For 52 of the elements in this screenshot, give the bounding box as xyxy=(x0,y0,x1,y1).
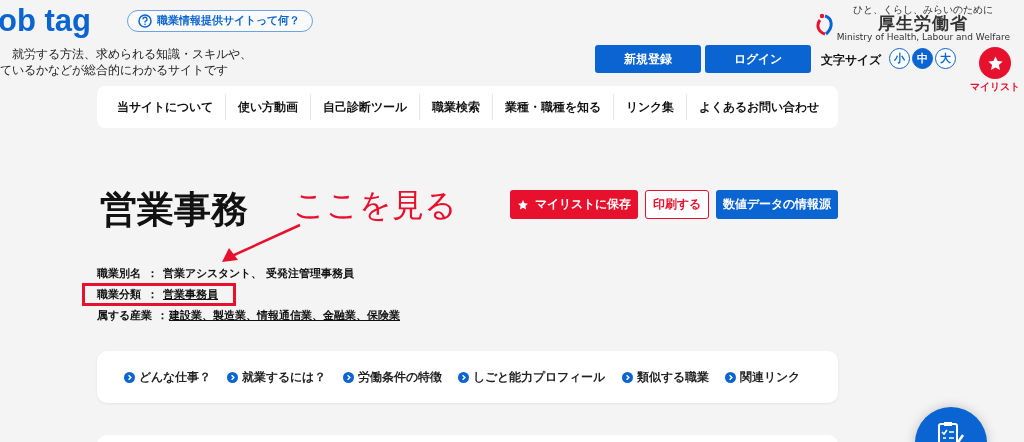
nav-link[interactable]: リンク集 xyxy=(612,94,686,120)
star-icon xyxy=(986,54,1004,72)
detail-label: 属する産業 xyxy=(97,308,153,323)
mylist-link[interactable]: マイリスト xyxy=(970,47,1020,94)
detail-link[interactable]: 営業事務員 xyxy=(163,287,218,302)
site-logo[interactable]: ob tag xyxy=(0,4,91,38)
nav-link[interactable]: 自己診断ツール xyxy=(309,94,419,120)
detail-separator: ： xyxy=(147,287,159,302)
chevron-icon xyxy=(621,371,633,383)
about-site-link[interactable]: 職業情報提供サイトって何？ xyxy=(127,10,313,32)
section-link[interactable]: 就業するには？ xyxy=(227,369,327,385)
clipboard-checklist-icon xyxy=(937,421,965,442)
chevron-icon xyxy=(342,371,354,383)
site-tagline: ているかなどが総合的にわかるサイトです xyxy=(0,62,229,78)
detail-label: 職業別名 xyxy=(97,266,142,281)
ministry-slogan: ひと、くらし、みらいのために xyxy=(853,4,994,15)
section-link[interactable]: 労働条件の特徴 xyxy=(342,369,442,385)
annotation-text: ここを見る xyxy=(293,185,457,226)
detail-separator: ： xyxy=(147,266,159,281)
help-icon xyxy=(138,14,152,28)
ministry-logo-icon xyxy=(815,11,834,36)
job-title: 営業事務 xyxy=(100,188,248,232)
print-button[interactable]: 印刷する xyxy=(645,190,709,219)
font-size-option[interactable]: 大 xyxy=(935,48,956,69)
nav-link[interactable]: よくあるお問い合わせ xyxy=(685,94,831,120)
font-size-option[interactable]: 中 xyxy=(912,48,933,69)
font-size-label: 文字サイズ xyxy=(821,52,881,69)
nav-link[interactable]: 当サイトについて xyxy=(104,94,225,120)
section-link[interactable]: 関連リンク xyxy=(724,369,800,385)
star-icon xyxy=(517,198,529,211)
section-link[interactable]: しごと能力プロフィール xyxy=(458,369,606,385)
detail-value: 営業アシスタント、 受発注管理事務員 xyxy=(163,266,354,281)
ministry-name: 厚生労働省 xyxy=(878,15,969,32)
login-button[interactable]: ログイン xyxy=(705,45,811,73)
chevron-icon xyxy=(458,371,470,383)
save-to-mylist-button[interactable]: マイリストに保存 xyxy=(510,190,638,219)
chevron-icon xyxy=(227,371,239,383)
ministry-english-name: Ministry of Health, Labour and Welfare xyxy=(836,32,1010,43)
detail-link[interactable]: 建設業、製造業、情報通信業、金融業、保険業 xyxy=(169,308,400,323)
register-button[interactable]: 新規登録 xyxy=(595,45,701,73)
site-tagline: 就労する方法、求められる知識・スキルや、 xyxy=(11,46,253,62)
section-link[interactable]: どんな仕事？ xyxy=(124,369,211,385)
nav-link[interactable]: 使い方動画 xyxy=(224,94,310,120)
chevron-icon xyxy=(724,371,736,383)
section-link[interactable]: 類似する職業 xyxy=(621,369,709,385)
detail-label: 職業分類 xyxy=(97,287,142,302)
nav-link[interactable]: 職業検索 xyxy=(418,94,492,120)
font-size-option[interactable]: 小 xyxy=(889,48,910,69)
chevron-icon xyxy=(124,371,135,383)
nav-link[interactable]: 業種・職種を知る xyxy=(491,94,613,120)
data-source-button[interactable]: 数値データの情報源 xyxy=(716,190,838,219)
detail-separator: ： xyxy=(157,308,169,323)
